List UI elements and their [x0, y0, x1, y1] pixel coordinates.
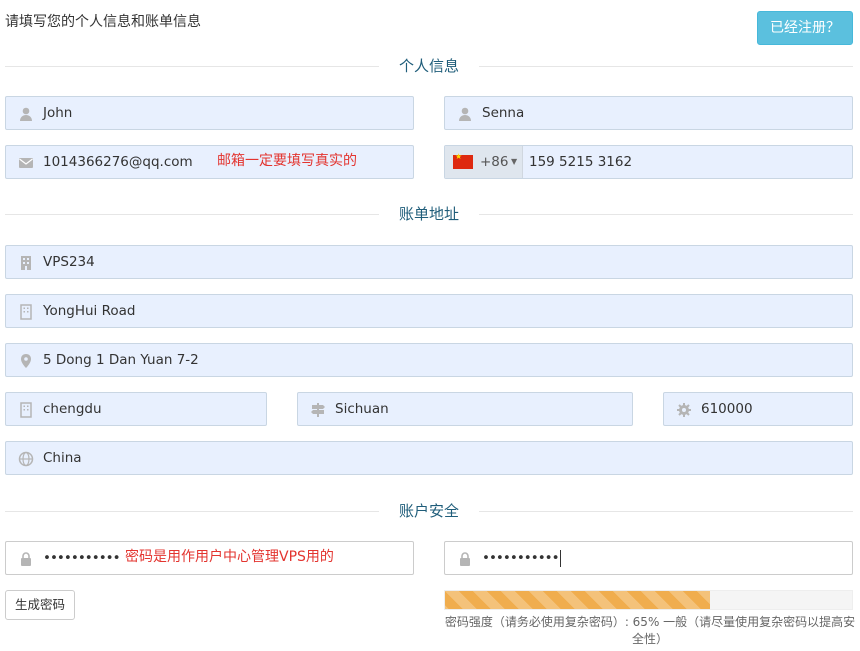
building-icon [18, 304, 34, 320]
email-note: 邮箱一定要填写真实的 [217, 153, 357, 169]
password-confirm-value: ••••••••••• [482, 542, 561, 574]
phone-field[interactable]: +86 ▼ 159 5215 3162 [444, 145, 853, 179]
state-field[interactable]: Sichuan [297, 392, 633, 426]
address1-field[interactable]: YongHui Road [5, 294, 853, 328]
generate-password-button[interactable]: 生成密码 [5, 590, 75, 620]
chevron-down-icon: ▼ [511, 157, 518, 166]
password-strength-meter [444, 590, 853, 610]
address2-field[interactable]: 5 Dong 1 Dan Yuan 7-2 [5, 343, 853, 377]
map-marker-icon [18, 353, 34, 369]
email-value: 1014366276@qq.com [43, 154, 193, 170]
password-confirm-dots: ••••••••••• [482, 550, 560, 566]
already-registered-button[interactable]: 已经注册？ [757, 11, 853, 45]
address1-value: YongHui Road [43, 303, 136, 319]
last-name-field[interactable]: Senna [444, 96, 853, 130]
user-icon [457, 106, 473, 122]
dial-code: +86 [480, 154, 509, 170]
country-field[interactable]: China [5, 441, 853, 475]
password-field[interactable]: ••••••••••• 密码是用作用户中心管理VPS用的 [5, 541, 414, 575]
password-value: ••••••••••• [43, 550, 121, 566]
china-flag-icon [453, 152, 473, 169]
state-value: Sichuan [335, 401, 389, 417]
user-icon [18, 106, 34, 122]
country-code-select[interactable]: +86 ▼ [445, 146, 523, 178]
envelope-icon [18, 155, 34, 171]
last-name-value: Senna [482, 105, 525, 121]
building-icon [18, 255, 34, 271]
postcode-field[interactable]: 610000 [663, 392, 853, 426]
city-field[interactable]: chengdu [5, 392, 267, 426]
password-strength-fill [445, 591, 710, 609]
company-field[interactable]: VPS234 [5, 245, 853, 279]
city-value: chengdu [43, 401, 102, 417]
postcode-value: 610000 [701, 401, 753, 417]
address2-value: 5 Dong 1 Dan Yuan 7-2 [43, 352, 199, 368]
first-name-value: John [43, 105, 73, 121]
email-field[interactable]: 1014366276@qq.com 邮箱一定要填写真实的 [5, 145, 414, 179]
divider [479, 66, 853, 67]
first-name-field[interactable]: John [5, 96, 414, 130]
intro-text: 请填写您的个人信息和账单信息 [5, 14, 201, 30]
lock-icon [457, 551, 473, 567]
building-icon [18, 402, 34, 418]
password-confirm-field[interactable]: ••••••••••• [444, 541, 853, 575]
lock-icon [18, 551, 34, 567]
gear-icon [676, 402, 692, 418]
text-cursor [559, 549, 561, 567]
section-personal-info: 个人信息 [5, 56, 853, 76]
section-account-security: 账户安全 [5, 501, 853, 521]
globe-icon [18, 451, 34, 467]
phone-value: 159 5215 3162 [529, 154, 633, 170]
section-billing-address: 账单地址 [5, 204, 853, 224]
password-note: 密码是用作用户中心管理VPS用的 [125, 549, 334, 565]
country-value: China [43, 450, 82, 466]
company-value: VPS234 [43, 254, 95, 270]
divider [479, 511, 853, 512]
password-strength-text: 密码强度（请务必使用复杂密码）: 65% 一般（请尽量使用复杂密码以提高安全性） [444, 615, 856, 646]
divider [479, 214, 853, 215]
signpost-icon [310, 402, 326, 418]
